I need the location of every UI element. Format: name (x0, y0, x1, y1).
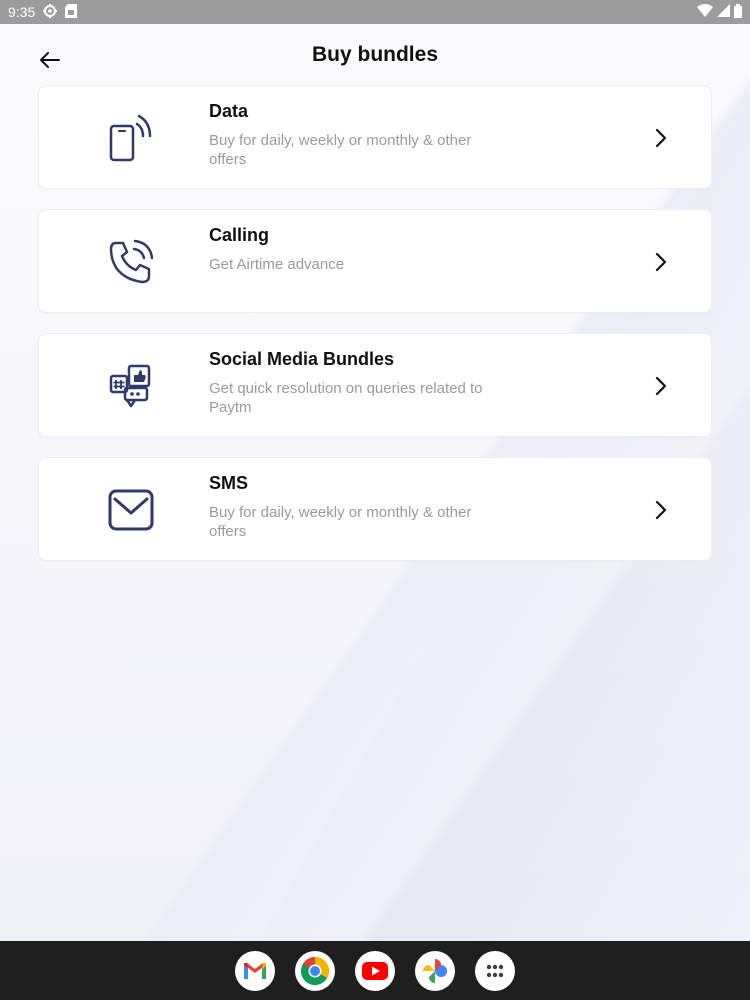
chevron-right-icon (651, 124, 671, 152)
sim-card-icon (65, 3, 78, 21)
chevron-right-icon (651, 372, 671, 400)
status-time: 9:35 (8, 4, 36, 20)
phone-call-icon (105, 236, 157, 288)
status-bar: 9:35 (0, 0, 750, 24)
bundle-card-social-media[interactable]: Social Media Bundles Get quick resolutio… (38, 333, 712, 437)
card-title: Calling (209, 225, 270, 245)
taskbar (0, 941, 750, 1000)
chrome-icon[interactable] (295, 950, 335, 991)
page-title: Buy bundles (311, 43, 438, 66)
envelope-icon (105, 484, 157, 536)
back-button[interactable] (36, 48, 64, 76)
card-description: Buy for daily, weekly or monthly & other… (209, 504, 472, 540)
arrow-left-icon (40, 51, 60, 73)
bundle-card-calling[interactable]: Calling Get Airtime advance (38, 209, 712, 313)
youtube-icon[interactable] (355, 950, 395, 991)
signal-icon (717, 4, 730, 20)
card-description: Buy for daily, weekly or monthly & other… (209, 132, 472, 168)
card-description: Get quick resolution on queries related … (209, 380, 483, 416)
card-title: Social Media Bundles (209, 349, 395, 369)
wifi-icon (697, 4, 713, 20)
card-title: Data (209, 101, 249, 121)
bundle-list: Data Buy for daily, weekly or monthly & … (38, 85, 712, 581)
app-drawer-icon[interactable] (475, 950, 515, 991)
app-header: Buy bundles (0, 24, 750, 86)
social-media-icon (105, 360, 157, 412)
settings-icon (43, 3, 58, 21)
card-title: SMS (209, 473, 249, 493)
chevron-right-icon (651, 248, 671, 276)
bundle-card-data[interactable]: Data Buy for daily, weekly or monthly & … (38, 85, 712, 189)
photos-icon[interactable] (415, 950, 455, 991)
chevron-right-icon (651, 496, 671, 524)
battery-icon (734, 3, 742, 21)
card-description: Get Airtime advance (209, 256, 345, 273)
gmail-icon[interactable] (235, 950, 275, 991)
bundle-card-sms[interactable]: SMS Buy for daily, weekly or monthly & o… (38, 457, 712, 561)
phone-signal-icon (105, 112, 157, 164)
